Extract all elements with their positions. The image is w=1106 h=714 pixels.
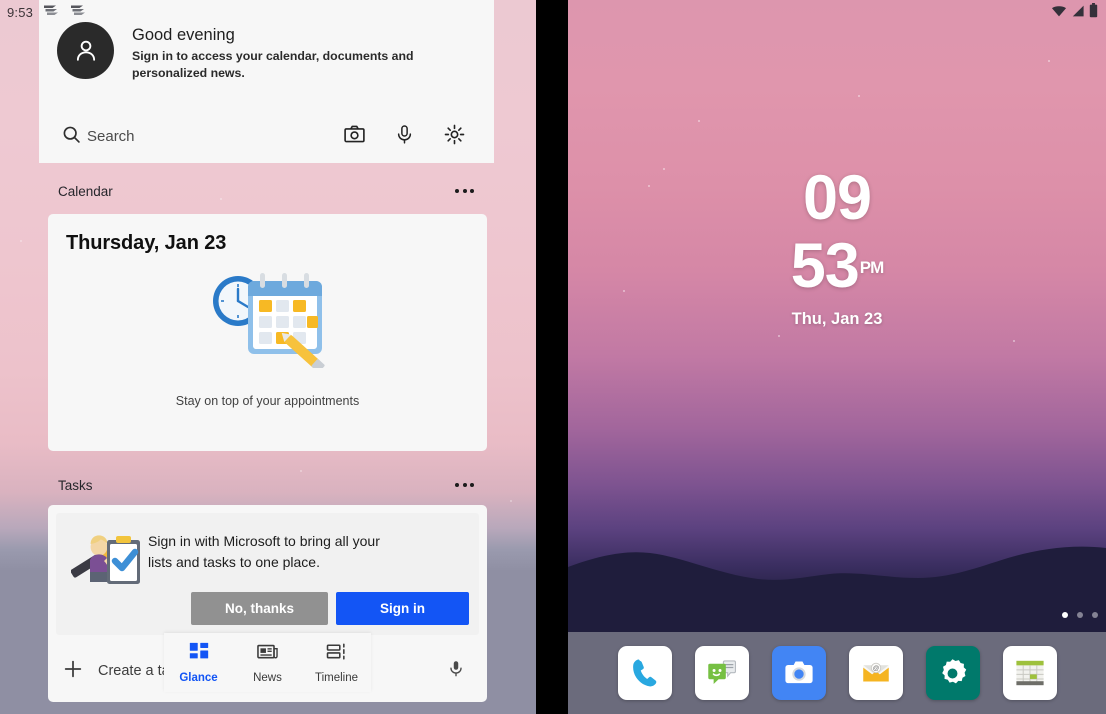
- settings-gear-icon: [942, 658, 967, 683]
- dock-app-messaging[interactable]: [694, 646, 749, 700]
- wifi-icon: [1051, 4, 1067, 23]
- panel-divider: [536, 0, 568, 714]
- search-input[interactable]: Search: [87, 128, 343, 145]
- tasks-signin-buttons: No, thanks Sign in: [191, 592, 469, 625]
- calendar-section-title: Calendar: [58, 183, 113, 199]
- messaging-icon: [707, 660, 736, 685]
- battery-icon: [1089, 3, 1098, 23]
- dock-app-camera[interactable]: [771, 646, 826, 700]
- person-clipboard-checkmark-illustration: [66, 525, 148, 635]
- dock-app-email[interactable]: @: [848, 646, 903, 700]
- dock-app-settings[interactable]: [925, 646, 980, 700]
- page-dot-2[interactable]: [1077, 612, 1083, 618]
- search-action-group: [343, 123, 466, 151]
- phone-icon: [632, 659, 656, 687]
- person-avatar-icon: [76, 40, 95, 61]
- clock-widget[interactable]: 09 53 PM Thu, Jan 23: [568, 163, 1106, 329]
- calendar-caption: Stay on top of your appointments: [175, 394, 360, 408]
- glance-tab-bar: Glance News Timeline: [164, 633, 371, 692]
- launcher-swoosh-icon: [43, 3, 59, 21]
- no-thanks-button[interactable]: No, thanks: [191, 592, 328, 625]
- greeting-subtitle: Sign in to access your calendar, documen…: [132, 49, 414, 80]
- newspaper-icon: [256, 641, 279, 668]
- more-options-icon[interactable]: [453, 477, 476, 493]
- tasks-signin-panel: Sign in with Microsoft to bring all your…: [56, 513, 479, 635]
- tab-timeline-label: Timeline: [314, 672, 359, 684]
- calendar-section-header: Calendar: [58, 183, 476, 199]
- launcher-swoosh-icon: [70, 3, 86, 21]
- camera-icon[interactable]: [343, 123, 366, 151]
- clock-hours: 09: [802, 163, 872, 233]
- spreadsheet-icon: [1015, 660, 1044, 686]
- page-dot-1[interactable]: [1062, 612, 1068, 618]
- greeting-block: Good evening Sign in to access your cale…: [132, 22, 467, 81]
- glance-feed-panel: 9:53 Good evening Sign in to access your…: [0, 0, 536, 714]
- page-indicator[interactable]: [1062, 612, 1098, 618]
- more-options-icon[interactable]: [453, 183, 476, 199]
- clock-minutes-row: 53 PM: [790, 231, 885, 301]
- microphone-icon[interactable]: [394, 123, 415, 151]
- sign-in-button[interactable]: Sign in: [336, 592, 469, 625]
- app-dock: @: [568, 632, 1106, 714]
- clock-meridiem: PM: [859, 258, 884, 277]
- microphone-icon[interactable]: [447, 658, 465, 684]
- greeting-title: Good evening: [132, 26, 235, 44]
- page-dot-3[interactable]: [1092, 612, 1098, 618]
- status-bar-clock: 9:53: [7, 4, 34, 20]
- dock-app-phone[interactable]: [617, 646, 672, 700]
- tasks-section-title: Tasks: [58, 477, 93, 493]
- timeline-icon: [325, 641, 348, 668]
- cell-signal-icon: [1071, 4, 1085, 23]
- avatar[interactable]: [57, 22, 114, 79]
- email-icon: @: [862, 662, 889, 682]
- tasks-section-header: Tasks: [58, 477, 476, 493]
- glance-header-card: Good evening Sign in to access your cale…: [39, 0, 494, 163]
- clock-minutes: 53: [790, 231, 860, 301]
- clock-date: Thu, Jan 23: [791, 310, 883, 328]
- calendar-clock-pencil-illustration: [48, 265, 487, 368]
- calendar-date: Thursday, Jan 23: [66, 232, 227, 254]
- grid-squares-icon: [188, 641, 210, 668]
- camera-icon: [784, 661, 813, 684]
- calendar-card[interactable]: Thursday, Jan 23 Stay on top of your app…: [48, 214, 487, 451]
- status-bar-left: 9:53: [0, 0, 536, 24]
- screen-root: 9:53 Good evening Sign in to access your…: [0, 0, 1106, 714]
- home-screen-panel: 09 53 PM Thu, Jan 23 @: [568, 0, 1106, 714]
- mountain-silhouette: [568, 546, 1106, 632]
- tab-timeline[interactable]: Timeline: [306, 641, 368, 684]
- dock-app-calculator[interactable]: [1002, 646, 1057, 700]
- tab-news[interactable]: News: [237, 641, 299, 684]
- tab-glance-label: Glance: [179, 672, 218, 684]
- notification-icon-group: [43, 3, 86, 21]
- plus-icon[interactable]: [62, 658, 84, 685]
- status-bar-right: [1051, 3, 1098, 23]
- tab-glance[interactable]: Glance: [168, 641, 230, 684]
- search-icon: [61, 124, 82, 150]
- gear-icon[interactable]: [443, 123, 466, 151]
- svg-text:@: @: [872, 665, 879, 672]
- search-bar[interactable]: Search: [39, 110, 494, 163]
- tab-news-label: News: [253, 672, 282, 684]
